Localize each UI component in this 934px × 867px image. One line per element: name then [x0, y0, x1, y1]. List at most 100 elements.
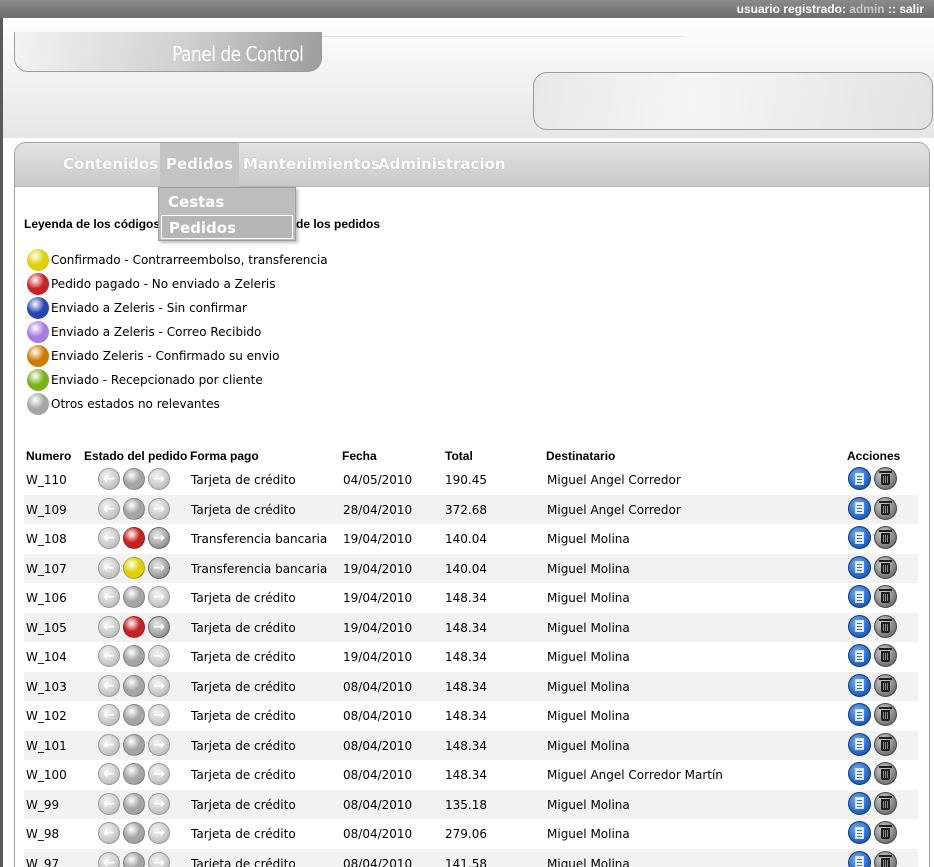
arrow-left-icon[interactable]: ←: [98, 704, 120, 726]
view-document-icon[interactable]: [848, 526, 871, 549]
view-document-icon[interactable]: [848, 673, 871, 697]
trash-icon[interactable]: [874, 850, 897, 867]
order-date: 08/04/2010: [343, 856, 413, 867]
order-total: 148.34: [445, 679, 487, 694]
nav-administracion[interactable]: Administracion: [378, 143, 506, 187]
arrow-right-icon[interactable]: →: [148, 645, 170, 667]
arrow-left-icon[interactable]: ←: [98, 733, 120, 756]
recipient: Miguel Molina: [547, 856, 630, 867]
menu-item-pedidos[interactable]: Pedidos: [161, 215, 293, 239]
trash-icon[interactable]: [874, 762, 897, 785]
arrow-right-icon[interactable]: →: [148, 527, 170, 549]
status-dot-icon: [123, 645, 145, 667]
header: Panel de Control: [3, 18, 934, 138]
view-document-icon[interactable]: [848, 850, 871, 867]
order-total: 190.45: [445, 473, 487, 487]
view-document-icon[interactable]: [848, 585, 871, 608]
order-date: 19/04/2010: [343, 591, 413, 605]
view-document-icon[interactable]: [848, 732, 871, 756]
arrow-right-icon[interactable]: →: [148, 763, 170, 785]
trash-icon[interactable]: [874, 555, 897, 579]
arrow-left-icon[interactable]: ←: [98, 586, 120, 608]
order-date: 19/04/2010: [343, 532, 413, 546]
trash-icon[interactable]: [874, 496, 897, 520]
order-date: 08/04/2010: [343, 797, 413, 812]
order-state-controls: ← →: [98, 851, 172, 867]
arrow-left-icon[interactable]: ←: [98, 645, 120, 667]
arrow-right-icon[interactable]: →: [148, 822, 170, 844]
trash-icon[interactable]: [874, 644, 897, 667]
order-state-controls: ← →: [98, 468, 172, 490]
view-document-icon[interactable]: [848, 821, 871, 844]
username-link[interactable]: admin: [849, 2, 884, 16]
trash-icon[interactable]: [874, 732, 897, 756]
recipient: Miguel Molina: [547, 827, 630, 841]
arrow-left-icon[interactable]: ←: [98, 615, 120, 638]
trash-icon[interactable]: [874, 821, 897, 844]
legend-item: Enviado Zeleris - Confirmado su envio: [27, 345, 279, 367]
status-dot-icon: [123, 763, 145, 785]
arrow-right-icon[interactable]: →: [148, 468, 170, 490]
status-dot-icon: [123, 674, 145, 697]
trash-icon[interactable]: [874, 673, 897, 697]
order-number: W_97: [26, 856, 60, 867]
order-date: 04/05/2010: [343, 473, 413, 487]
arrow-left-icon[interactable]: ←: [98, 468, 120, 490]
view-document-icon[interactable]: [848, 791, 871, 815]
trash-icon[interactable]: [874, 614, 897, 638]
recipient: Miguel Molina: [547, 620, 630, 635]
table-row: W_99 Tarjeta de crédito 08/04/2010 135.18 Mi…: [24, 789, 918, 819]
col-destinatario: Destinatario: [546, 449, 616, 463]
legend-item: Enviado a Zeleris - Sin confirmar: [27, 297, 247, 319]
nav-contenidos[interactable]: Contenidos: [63, 143, 158, 187]
order-number: W_106: [26, 591, 67, 605]
trash-icon[interactable]: [874, 791, 897, 815]
trash-icon[interactable]: [874, 703, 897, 726]
order-number: W_107: [26, 561, 67, 576]
status-dot-icon: [123, 556, 145, 579]
legend-item: Enviado a Zeleris - Correo Recibido: [27, 321, 261, 343]
trash-icon[interactable]: [874, 526, 897, 549]
table-row: W_101 Tarjeta de crédito 08/04/2010 148.34 M…: [24, 730, 918, 760]
arrow-right-icon[interactable]: →: [148, 674, 170, 697]
arrow-left-icon[interactable]: ←: [98, 674, 120, 697]
logout-link[interactable]: salir: [899, 2, 924, 16]
arrow-right-icon[interactable]: →: [148, 792, 170, 815]
order-total: 148.34: [445, 650, 487, 664]
arrow-left-icon[interactable]: ←: [98, 497, 120, 520]
arrow-right-icon[interactable]: →: [148, 497, 170, 520]
legend-item: Pedido pagado - No enviado a Zeleris: [27, 273, 275, 295]
arrow-right-icon[interactable]: →: [148, 704, 170, 726]
view-document-icon[interactable]: [848, 467, 871, 490]
view-document-icon[interactable]: [848, 762, 871, 785]
arrow-left-icon[interactable]: ←: [98, 851, 120, 867]
view-document-icon[interactable]: [848, 496, 871, 520]
trash-icon[interactable]: [874, 585, 897, 608]
arrow-left-icon[interactable]: ←: [98, 763, 120, 785]
arrow-right-icon[interactable]: →: [148, 733, 170, 756]
arrow-right-icon[interactable]: →: [148, 586, 170, 608]
table-row: W_102 Tarjeta de crédito 08/04/2010 148.34 M…: [24, 701, 918, 730]
arrow-left-icon[interactable]: ←: [98, 527, 120, 549]
view-document-icon[interactable]: [848, 644, 871, 667]
view-document-icon[interactable]: [848, 555, 871, 579]
arrow-right-icon[interactable]: →: [148, 615, 170, 638]
status-dot-icon: [27, 393, 49, 415]
order-state-controls: ← →: [98, 763, 172, 785]
nav-mantenimientos[interactable]: Mantenimientos: [243, 143, 380, 187]
nav-pedidos[interactable]: Pedidos: [160, 143, 240, 187]
menu-item-cestas-abiertas[interactable]: Cestas Abiertas: [161, 190, 293, 235]
view-document-icon[interactable]: [848, 703, 871, 726]
arrow-left-icon[interactable]: ←: [98, 792, 120, 815]
payment-method: Tarjeta de crédito: [191, 709, 296, 723]
arrow-right-icon[interactable]: →: [148, 851, 170, 867]
arrow-right-icon[interactable]: →: [148, 556, 170, 579]
table-row: W_110 Tarjeta de crédito 04/05/2010 190.45 M…: [24, 465, 918, 494]
legend-title-left: Leyenda de los códigos: [24, 217, 161, 231]
view-document-icon[interactable]: [848, 614, 871, 638]
order-date: 28/04/2010: [343, 502, 413, 517]
arrow-left-icon[interactable]: ←: [98, 822, 120, 844]
order-number: W_102: [26, 709, 67, 723]
arrow-left-icon[interactable]: ←: [98, 556, 120, 579]
trash-icon[interactable]: [874, 467, 897, 490]
